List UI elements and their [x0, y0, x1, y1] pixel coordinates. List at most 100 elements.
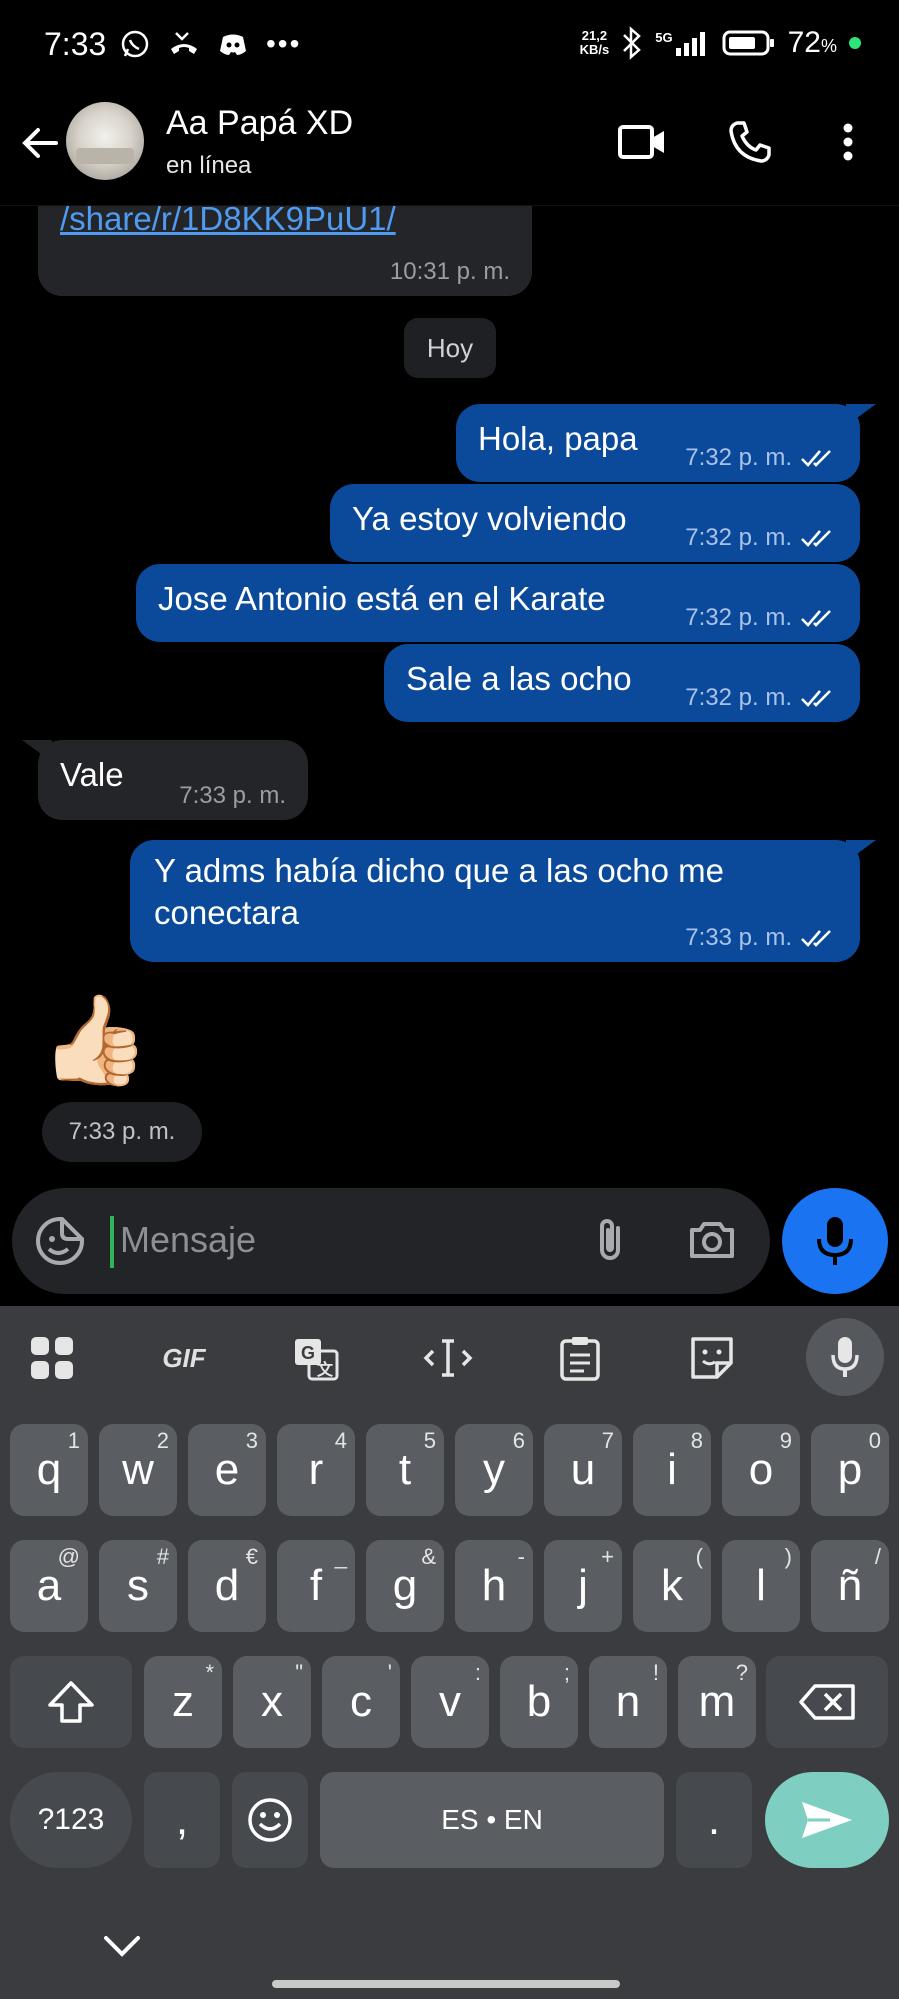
- key-k[interactable]: k(: [633, 1540, 711, 1632]
- translate-button[interactable]: G文: [284, 1326, 348, 1390]
- message-outgoing[interactable]: Y adms había dicho que a las ocho me con…: [130, 840, 860, 962]
- backspace-key[interactable]: [766, 1656, 888, 1748]
- net-speed-unit: KB/s: [579, 42, 610, 57]
- key-r[interactable]: r4: [277, 1424, 355, 1516]
- comma-key[interactable]: ,: [144, 1772, 220, 1868]
- key-y[interactable]: y6: [455, 1424, 533, 1516]
- date-chip: Hoy: [404, 318, 496, 378]
- key-z[interactable]: z *: [144, 1656, 222, 1748]
- key-f[interactable]: f _: [277, 1540, 355, 1632]
- key-o[interactable]: o9: [722, 1424, 800, 1516]
- key-letter: l: [756, 1561, 766, 1610]
- key-l[interactable]: l): [722, 1540, 800, 1632]
- message-incoming[interactable]: /share/r/1D8KK9PuU1/ 10:31 p. m.: [38, 206, 532, 296]
- key-p[interactable]: p0: [811, 1424, 889, 1516]
- battery-icon: [722, 30, 774, 56]
- shift-icon: [48, 1681, 94, 1723]
- avatar[interactable]: [66, 102, 144, 180]
- text-caret: [110, 1216, 114, 1268]
- key-e[interactable]: e3: [188, 1424, 266, 1516]
- apps-button[interactable]: [20, 1326, 84, 1390]
- key-a[interactable]: a @: [10, 1540, 88, 1632]
- key-b[interactable]: b;: [500, 1656, 578, 1748]
- key-hint: 7: [601, 1428, 614, 1453]
- hide-keyboard-button[interactable]: [96, 1926, 148, 1966]
- key-letter: g: [392, 1561, 418, 1610]
- message-incoming[interactable]: Vale 7:33 p. m.: [38, 740, 308, 820]
- message-outgoing[interactable]: Ya estoy volviendo 7:32 p. m.: [330, 484, 860, 562]
- key-hint: ': [387, 1660, 392, 1685]
- voice-typing-button[interactable]: [806, 1318, 884, 1396]
- key-w[interactable]: w2: [99, 1424, 177, 1516]
- key-m[interactable]: m?: [678, 1656, 756, 1748]
- symbols-key[interactable]: ?123: [10, 1772, 132, 1868]
- battery-percent: 72%: [788, 26, 837, 60]
- phone-icon: [729, 121, 771, 163]
- back-button[interactable]: [16, 118, 66, 168]
- gif-button[interactable]: GIF: [152, 1326, 216, 1390]
- contact-name[interactable]: Aa Papá XD: [166, 104, 353, 143]
- key-hint: ): [784, 1544, 792, 1569]
- keyboard-toolbar: GIF G文: [0, 1306, 899, 1406]
- key-s[interactable]: s #: [99, 1540, 177, 1632]
- attach-button[interactable]: [582, 1212, 638, 1268]
- key-hint: 9: [779, 1428, 792, 1453]
- message-meta: 7:33 p. m.: [685, 924, 838, 952]
- message-outgoing[interactable]: Jose Antonio está en el Karate 7:32 p. m…: [136, 564, 860, 642]
- key-d[interactable]: d €: [188, 1540, 266, 1632]
- key-c[interactable]: c ': [322, 1656, 400, 1748]
- voice-call-button[interactable]: [722, 114, 778, 170]
- key-letter: h: [481, 1561, 507, 1610]
- sticker-keyboard-button[interactable]: [680, 1326, 744, 1390]
- battery-value: 72: [787, 26, 821, 59]
- key-ñ[interactable]: ñ /: [811, 1540, 889, 1632]
- key-g[interactable]: g &: [366, 1540, 444, 1632]
- chat-messages[interactable]: /share/r/1D8KK9PuU1/ 10:31 p. m. Hoy Hol…: [0, 206, 899, 1186]
- key-n[interactable]: n!: [589, 1656, 667, 1748]
- more-notifications-icon: •••: [266, 28, 302, 59]
- message-time: 7:33 p. m.: [68, 1118, 176, 1145]
- home-indicator[interactable]: [272, 1980, 620, 1988]
- voice-record-button[interactable]: [782, 1188, 888, 1294]
- send-key[interactable]: [765, 1772, 889, 1868]
- key-hint: 8: [690, 1428, 703, 1453]
- message-input[interactable]: [120, 1208, 560, 1272]
- message-link[interactable]: /share/r/1D8KK9PuU1/: [60, 206, 396, 238]
- key-v[interactable]: v:: [411, 1656, 489, 1748]
- key-x[interactable]: x ": [233, 1656, 311, 1748]
- key-u[interactable]: u7: [544, 1424, 622, 1516]
- key-letter: d: [214, 1561, 240, 1610]
- emoji-sticker-button[interactable]: [32, 1213, 88, 1269]
- message-outgoing[interactable]: Hola, papa 7:32 p. m.: [456, 404, 860, 482]
- privacy-dot: [849, 37, 861, 49]
- key-t[interactable]: t5: [366, 1424, 444, 1516]
- key-i[interactable]: i8: [633, 1424, 711, 1516]
- microphone-icon: [817, 1217, 853, 1265]
- message-meta: 7:32 p. m.: [685, 444, 838, 472]
- cursor-control-button[interactable]: [416, 1326, 480, 1390]
- message-text-line1: Y adms había dicho que a las ocho me: [154, 852, 724, 889]
- message-meta: 7:32 p. m.: [685, 684, 838, 712]
- shift-key[interactable]: [10, 1656, 132, 1748]
- key-hint: (: [695, 1544, 703, 1569]
- key-letter: o: [748, 1445, 774, 1494]
- key-hint: :: [474, 1660, 481, 1685]
- signal-icon: [675, 32, 705, 56]
- video-call-button[interactable]: [614, 114, 670, 170]
- key-h[interactable]: h-: [455, 1540, 533, 1632]
- thumbs-up-emoji[interactable]: 👍🏻: [40, 990, 150, 1090]
- key-letter: r: [308, 1445, 324, 1494]
- key-j[interactable]: j +: [544, 1540, 622, 1632]
- period-key[interactable]: .: [676, 1772, 752, 1868]
- more-options-button[interactable]: [820, 114, 876, 170]
- whatsapp-icon: [121, 30, 149, 58]
- space-key[interactable]: ES • EN: [320, 1772, 664, 1868]
- key-letter: w: [122, 1445, 154, 1494]
- message-meta: 10:31 p. m.: [390, 258, 510, 286]
- message-outgoing[interactable]: Sale a las ocho 7:32 p. m.: [384, 644, 860, 722]
- emoji-key[interactable]: [232, 1772, 308, 1868]
- video-camera-icon: [618, 125, 664, 159]
- key-q[interactable]: q1: [10, 1424, 88, 1516]
- clipboard-button[interactable]: [548, 1326, 612, 1390]
- camera-button[interactable]: [684, 1212, 740, 1268]
